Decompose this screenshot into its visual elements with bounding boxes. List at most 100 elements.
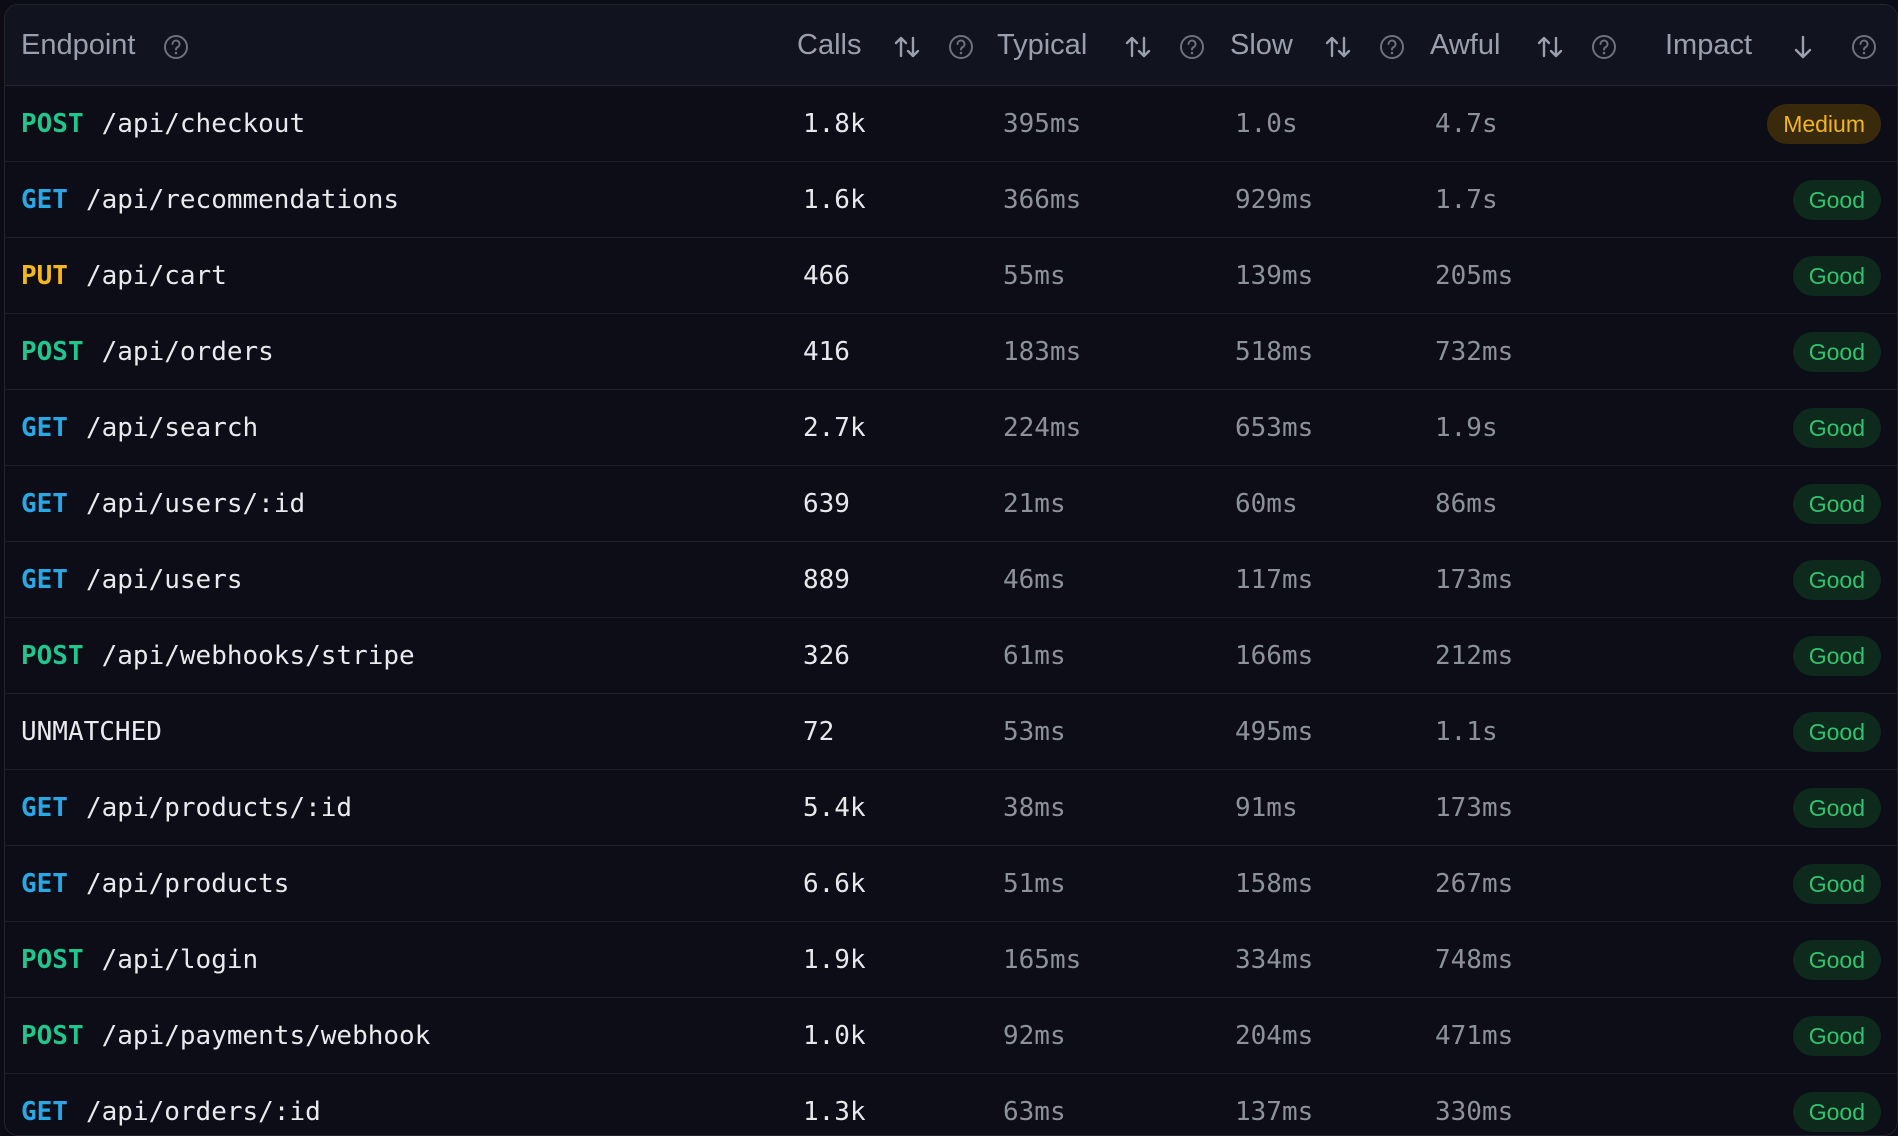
awful-value: 1.7s [1435, 184, 1498, 215]
column-typical[interactable]: Typical [997, 5, 1087, 85]
typical-value: 183ms [1003, 336, 1082, 367]
table-row[interactable]: GET/api/products/:id 5.4k 38ms 91ms 173ms Goo… [5, 770, 1897, 846]
column-slow[interactable]: Slow [1230, 5, 1293, 85]
awful-help-icon[interactable] [1590, 33, 1618, 61]
slow-value: 166ms [1235, 640, 1314, 671]
calls-value: 416 [803, 336, 850, 367]
impact-badge: Good [1792, 788, 1881, 828]
calls-value: 2.7k [803, 412, 866, 443]
typical-value: 366ms [1003, 184, 1082, 215]
endpoint-path: /api/payments/webhook [101, 1020, 431, 1051]
impact-badge: Medium [1767, 104, 1881, 144]
typical-value: 224ms [1003, 412, 1082, 443]
table-row[interactable]: PUT/api/cart 466 55ms 139ms 205ms Good [5, 238, 1897, 314]
impact-badge: Good [1792, 484, 1881, 524]
awful-value: 86ms [1435, 488, 1498, 519]
column-calls[interactable]: Calls [797, 5, 861, 85]
typical-value: 92ms [1003, 1020, 1066, 1051]
slow-sort-icon[interactable] [1323, 32, 1353, 62]
http-method: GET [21, 1096, 68, 1127]
typical-help-icon[interactable] [1178, 33, 1206, 61]
endpoint-cell: POST/api/checkout [21, 86, 305, 161]
endpoint-path: /api/products [85, 868, 290, 899]
endpoint-help-icon[interactable] [162, 33, 190, 61]
http-method: GET [21, 868, 68, 899]
impact-badge: Good [1792, 560, 1881, 600]
table-row[interactable]: GET/api/orders/:id 1.3k 63ms 137ms 330ms Good [5, 1074, 1897, 1135]
endpoint-path: /api/recommendations [85, 184, 400, 215]
slow-value: 117ms [1235, 564, 1314, 595]
awful-value: 732ms [1435, 336, 1514, 367]
http-method: GET [21, 488, 68, 519]
impact-badge: Good [1792, 1092, 1881, 1132]
http-method: POST [21, 1020, 84, 1051]
typical-value: 61ms [1003, 640, 1066, 671]
awful-value: 173ms [1435, 792, 1514, 823]
awful-value: 330ms [1435, 1096, 1514, 1127]
calls-sort-icon[interactable] [892, 32, 922, 62]
http-method: POST [21, 336, 84, 367]
awful-value: 205ms [1435, 260, 1514, 291]
endpoint-cell: GET/api/search [21, 390, 258, 465]
slow-value: 137ms [1235, 1096, 1314, 1127]
endpoints-table: Endpoint Calls Typical Slow Awful Impact… [4, 4, 1898, 1136]
table-header: Endpoint Calls Typical Slow Awful Impact [5, 5, 1897, 86]
slow-value: 929ms [1235, 184, 1314, 215]
table-row[interactable]: UNMATCHED 72 53ms 495ms 1.1s Good [5, 694, 1897, 770]
impact-badge: Good [1792, 864, 1881, 904]
http-method: POST [21, 944, 84, 975]
calls-value: 1.9k [803, 944, 866, 975]
impact-badge: Good [1792, 940, 1881, 980]
table-row[interactable]: POST/api/checkout 1.8k 395ms 1.0s 4.7s Medium [5, 86, 1897, 162]
awful-sort-icon[interactable] [1535, 32, 1565, 62]
impact-sort-desc-icon[interactable] [1788, 32, 1818, 62]
calls-value: 1.0k [803, 1020, 866, 1051]
awful-value: 212ms [1435, 640, 1514, 671]
table-row[interactable]: POST/api/webhooks/stripe 326 61ms 166ms 212m… [5, 618, 1897, 694]
typical-value: 46ms [1003, 564, 1066, 595]
table-row[interactable]: POST/api/login 1.9k 165ms 334ms 748ms Good [5, 922, 1897, 998]
column-endpoint-label: Endpoint [21, 28, 136, 61]
slow-value: 653ms [1235, 412, 1314, 443]
typical-value: 55ms [1003, 260, 1066, 291]
impact-help-icon[interactable] [1850, 33, 1878, 61]
endpoint-path: /api/checkout [101, 108, 306, 139]
column-slow-label: Slow [1230, 28, 1293, 61]
impact-badge: Good [1792, 1016, 1881, 1056]
awful-value: 748ms [1435, 944, 1514, 975]
typical-value: 63ms [1003, 1096, 1066, 1127]
table-row[interactable]: POST/api/payments/webhook 1.0k 92ms 204ms 47… [5, 998, 1897, 1074]
endpoint-cell: UNMATCHED [21, 694, 162, 769]
calls-value: 5.4k [803, 792, 866, 823]
calls-help-icon[interactable] [947, 33, 975, 61]
slow-value: 518ms [1235, 336, 1314, 367]
table-row[interactable]: GET/api/search 2.7k 224ms 653ms 1.9s Good [5, 390, 1897, 466]
slow-value: 60ms [1235, 488, 1298, 519]
calls-value: 889 [803, 564, 850, 595]
table-row[interactable]: POST/api/orders 416 183ms 518ms 732ms Good [5, 314, 1897, 390]
endpoint-path: /api/cart [85, 260, 227, 291]
column-awful[interactable]: Awful [1430, 5, 1500, 85]
impact-badge: Good [1792, 712, 1881, 752]
calls-value: 72 [803, 716, 835, 747]
typical-sort-icon[interactable] [1123, 32, 1153, 62]
http-method: GET [21, 184, 68, 215]
calls-value: 639 [803, 488, 850, 519]
endpoint-cell: GET/api/users/:id [21, 466, 305, 541]
impact-badge: Good [1792, 408, 1881, 448]
table-row[interactable]: GET/api/recommendations 1.6k 366ms 929ms 1.7… [5, 162, 1897, 238]
column-typical-label: Typical [997, 28, 1088, 61]
typical-value: 21ms [1003, 488, 1066, 519]
table-row[interactable]: GET/api/users 889 46ms 117ms 173ms Good [5, 542, 1897, 618]
table-row[interactable]: GET/api/users/:id 639 21ms 60ms 86ms Good [5, 466, 1897, 542]
typical-value: 395ms [1003, 108, 1082, 139]
http-method: POST [21, 108, 84, 139]
column-impact[interactable]: Impact [1665, 5, 1752, 85]
slow-help-icon[interactable] [1378, 33, 1406, 61]
column-calls-label: Calls [797, 28, 862, 61]
impact-badge: Good [1792, 180, 1881, 220]
table-row[interactable]: GET/api/products 6.6k 51ms 158ms 267ms Good [5, 846, 1897, 922]
endpoint-cell: GET/api/orders/:id [21, 1074, 321, 1135]
column-impact-label: Impact [1665, 28, 1753, 61]
typical-value: 51ms [1003, 868, 1066, 899]
